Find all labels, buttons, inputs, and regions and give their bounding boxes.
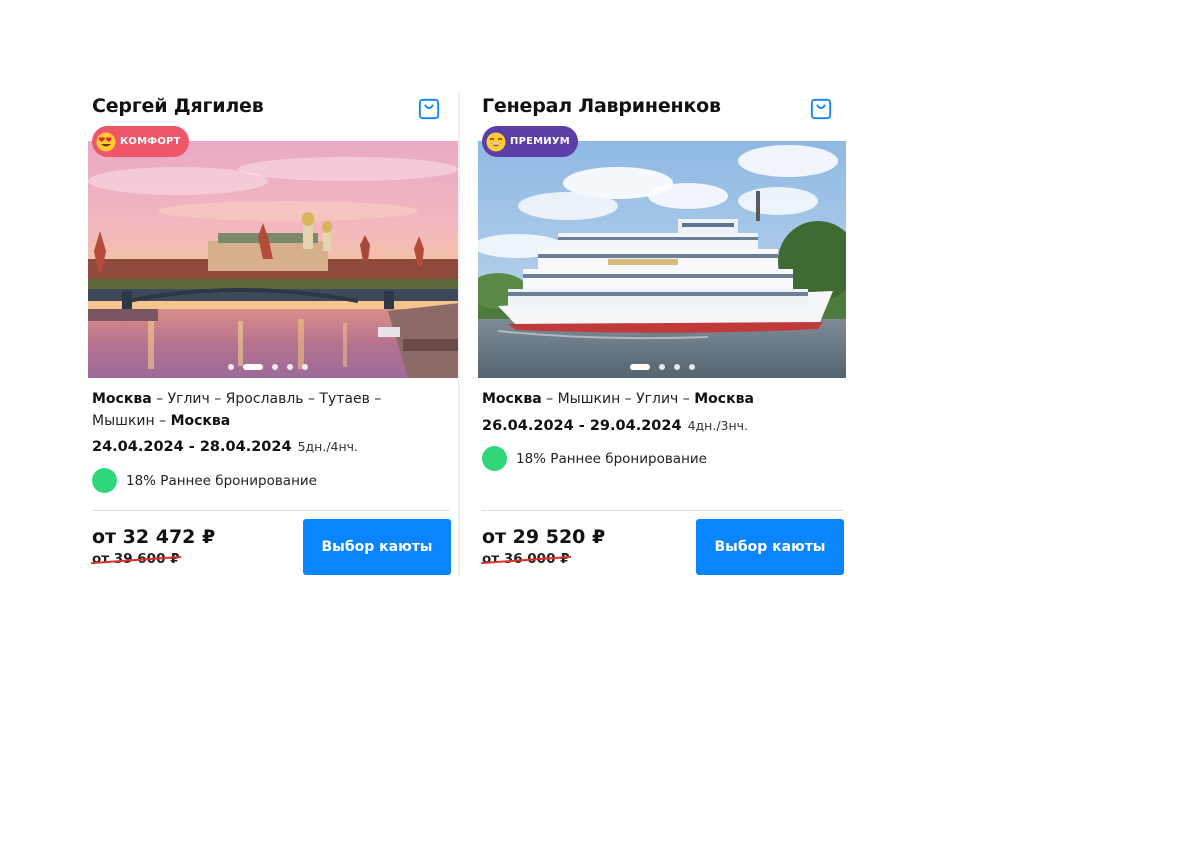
route-start: Москва [92, 391, 152, 407]
class-badge: ПРЕМИУМ [482, 126, 578, 157]
cruise-card: Генерал Лавриненков ПРЕМИУМ Москва – Мыш… [478, 93, 846, 577]
carousel-dot[interactable] [272, 364, 278, 370]
route-end: Москва [694, 391, 754, 407]
duration: 4дн./3нч. [687, 418, 749, 433]
photo-carousel-dots [228, 364, 308, 370]
promo-discount: 18% Раннее бронирование [482, 446, 707, 471]
promo-label: 18% Раннее бронирование [516, 450, 707, 467]
carousel-dot[interactable] [287, 364, 293, 370]
date-range: 24.04.2024 - 28.04.2024 [92, 439, 292, 455]
shopping-bag-icon[interactable] [810, 98, 832, 120]
current-price: от 32 472 ₽ [92, 526, 216, 548]
route-end: Москва [170, 413, 231, 429]
choose-cabin-button[interactable]: Выбор каюты [303, 519, 451, 575]
cruise-route: Москва – Углич – Ярославль – Тутаев – Мы… [92, 388, 448, 432]
promo-discount: 18% Раннее бронирование [92, 468, 317, 493]
ship-photo[interactable] [88, 141, 460, 378]
old-price: от 36 000 ₽ [481, 551, 571, 567]
heart-eyes-emoji-icon [96, 132, 116, 151]
cruise-route: Москва – Мышкин – Углич – Москва [482, 388, 838, 410]
carousel-dot-active[interactable] [630, 364, 650, 370]
moscow-kremlin-sunset-image [88, 141, 460, 378]
promo-dot-icon [482, 446, 507, 471]
old-price: от 39 600 ₽ [91, 551, 181, 567]
carousel-dot[interactable] [659, 364, 665, 370]
date-range: 26.04.2024 - 29.04.2024 [482, 418, 682, 434]
photo-carousel-dots [630, 364, 695, 370]
class-badge: КОМФОРТ [92, 126, 189, 157]
river-cruise-ship-image [478, 141, 846, 378]
cruise-dates: 26.04.2024 - 29.04.2024 4дн./3нч. [482, 418, 748, 434]
promo-dot-icon [92, 468, 117, 493]
ship-photo[interactable] [478, 141, 846, 378]
divider [92, 510, 450, 511]
shopping-bag-icon[interactable] [418, 98, 440, 120]
cruise-dates: 24.04.2024 - 28.04.2024 5дн./4нч. [92, 439, 358, 455]
duration: 5дн./4нч. [297, 439, 359, 454]
ship-name[interactable]: Генерал Лавриненков [482, 95, 721, 117]
promo-label: 18% Раннее бронирование [126, 472, 317, 489]
card-divider [458, 93, 460, 577]
carousel-dot[interactable] [674, 364, 680, 370]
cruise-card: Сергей Дягилев КОМФОРТ Москва – Углич – … [88, 93, 460, 577]
carousel-dot[interactable] [228, 364, 234, 370]
divider [482, 510, 844, 511]
class-badge-label: КОМФОРТ [120, 136, 181, 147]
choose-cabin-button[interactable]: Выбор каюты [696, 519, 844, 575]
carousel-dot[interactable] [302, 364, 308, 370]
ship-name[interactable]: Сергей Дягилев [92, 95, 264, 117]
cruise-list: Сергей Дягилев КОМФОРТ Москва – Углич – … [88, 93, 848, 577]
carousel-dot[interactable] [689, 364, 695, 370]
class-badge-label: ПРЕМИУМ [510, 136, 570, 147]
carousel-dot-active[interactable] [243, 364, 263, 370]
grinning-emoji-icon [486, 132, 506, 151]
current-price: от 29 520 ₽ [482, 526, 606, 548]
route-middle: – Мышкин – Углич – [541, 391, 695, 407]
route-start: Москва [482, 391, 542, 407]
